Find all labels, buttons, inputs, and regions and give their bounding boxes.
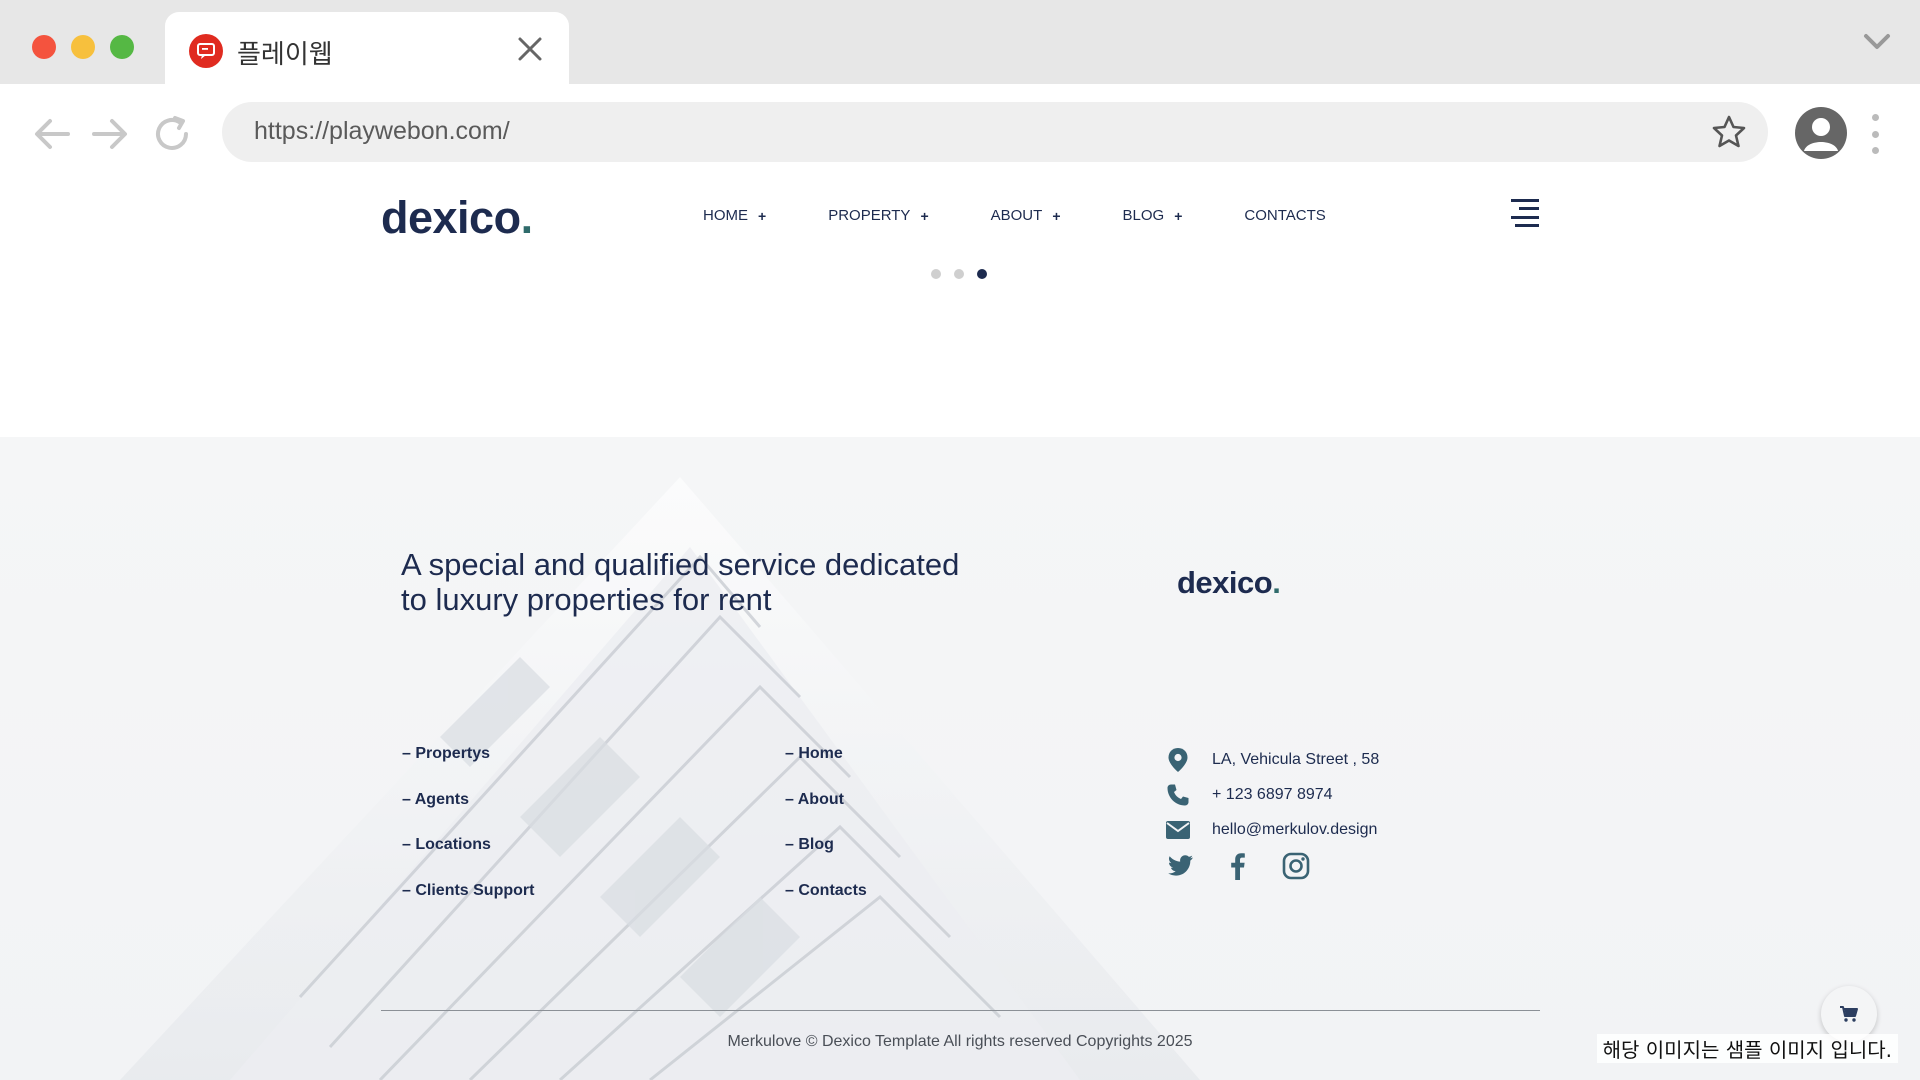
footer-link-contacts[interactable]: – Contacts	[785, 882, 867, 928]
tab-title: 플레이웹	[237, 40, 333, 70]
footer-link-home[interactable]: – Home	[785, 745, 867, 791]
window-minimize-button[interactable]	[71, 35, 95, 59]
nav-blog[interactable]: BLOG +	[1123, 207, 1183, 224]
logo-text: dexico	[381, 192, 521, 243]
slider-dot[interactable]	[954, 269, 964, 279]
slider-pagination	[931, 269, 1000, 279]
instagram-icon[interactable]	[1281, 851, 1311, 881]
plus-icon: +	[1052, 207, 1061, 224]
building-background-image	[120, 477, 1200, 1080]
nav-contacts[interactable]: CONTACTS	[1244, 207, 1325, 224]
cart-icon	[1840, 1006, 1858, 1022]
menu-kebab-icon[interactable]	[1872, 114, 1880, 154]
reload-icon[interactable]	[150, 112, 194, 156]
footer-link-locations[interactable]: – Locations	[402, 836, 534, 882]
chevron-down-icon[interactable]	[1862, 30, 1892, 54]
star-icon[interactable]	[1710, 113, 1748, 151]
sample-image-notice: 해당 이미지는 샘플 이미지 입니다.	[1596, 1034, 1898, 1063]
contact-address: LA, Vehicula Street , 58	[1165, 742, 1379, 777]
close-icon[interactable]	[515, 34, 545, 64]
footer-contact-info: LA, Vehicula Street , 58 + 123 6897 8974…	[1165, 742, 1379, 847]
social-links	[1165, 851, 1339, 881]
hamburger-menu-icon[interactable]	[1511, 199, 1539, 227]
slider-dot-active[interactable]	[977, 269, 987, 279]
footer-link-about[interactable]: – About	[785, 791, 867, 837]
url-text: https://playwebon.com/	[254, 117, 510, 145]
footer-link-clients-support[interactable]: – Clients Support	[402, 882, 534, 928]
footer-link-propertys[interactable]: – Propertys	[402, 745, 534, 791]
browser-tab[interactable]: 플레이웹	[165, 12, 569, 84]
footer-link-agents[interactable]: – Agents	[402, 791, 534, 837]
plus-icon: +	[1174, 207, 1183, 224]
logo-dot: .	[1272, 565, 1281, 600]
logo-dot: .	[520, 192, 534, 243]
forward-arrow-icon[interactable]	[88, 112, 132, 156]
contact-email[interactable]: hello@merkulov.design	[1165, 812, 1379, 847]
nav-about[interactable]: ABOUT +	[991, 207, 1061, 224]
plus-icon: +	[758, 207, 767, 224]
back-arrow-icon[interactable]	[30, 112, 74, 156]
facebook-icon[interactable]	[1223, 851, 1253, 881]
browser-toolbar: https://playwebon.com/	[0, 84, 1920, 180]
footer-links-pages: – Home – About – Blog – Contacts	[785, 745, 867, 927]
main-navigation: HOME + PROPERTY + ABOUT + BLOG + CONTACTS	[703, 207, 1388, 224]
window-close-button[interactable]	[32, 35, 56, 59]
location-pin-icon	[1165, 747, 1191, 773]
profile-avatar-icon[interactable]	[1795, 107, 1847, 159]
address-bar[interactable]: https://playwebon.com/	[222, 102, 1768, 162]
footer-tagline: A special and qualified service dedicate…	[401, 547, 960, 617]
browser-tab-bar: 플레이웹	[0, 0, 1920, 84]
site-footer: A special and qualified service dedicate…	[0, 437, 1920, 1080]
slider-dot[interactable]	[931, 269, 941, 279]
footer-links-properties: – Propertys – Agents – Locations – Clien…	[402, 745, 534, 927]
nav-property[interactable]: PROPERTY +	[828, 207, 928, 224]
twitter-icon[interactable]	[1165, 851, 1195, 881]
footer-divider	[381, 1010, 1540, 1011]
favicon-icon	[189, 34, 223, 68]
window-maximize-button[interactable]	[110, 35, 134, 59]
plus-icon: +	[920, 207, 929, 224]
footer-logo[interactable]: dexico.	[1177, 565, 1281, 601]
site-logo[interactable]: dexico.	[381, 192, 533, 244]
contact-phone[interactable]: + 123 6897 8974	[1165, 777, 1379, 812]
nav-home[interactable]: HOME +	[703, 207, 766, 224]
footer-link-blog[interactable]: – Blog	[785, 836, 867, 882]
envelope-icon	[1165, 817, 1191, 843]
logo-text: dexico	[1177, 565, 1273, 600]
phone-icon	[1165, 782, 1191, 808]
